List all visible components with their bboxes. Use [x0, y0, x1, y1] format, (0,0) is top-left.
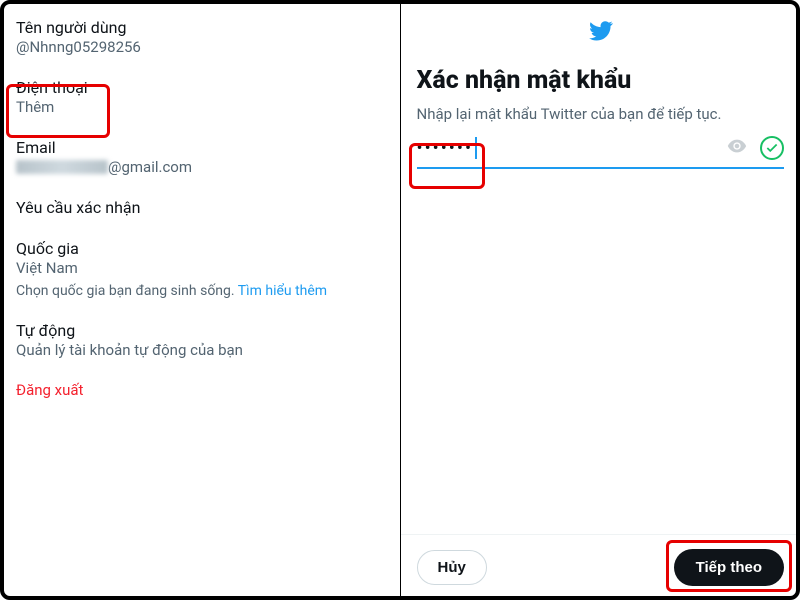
dialog-footer: Hủy Tiếp theo — [401, 534, 800, 600]
twitter-logo-icon — [417, 18, 785, 48]
page-subtitle: Nhập lại mật khẩu Twitter của bạn để tiế… — [417, 105, 785, 123]
signout-label: Đăng xuất — [16, 381, 384, 399]
email-row[interactable]: Email @gmail.com — [16, 138, 384, 176]
username-label: Tên người dùng — [16, 18, 384, 37]
phone-row[interactable]: Điện thoại Thêm — [16, 78, 384, 116]
automation-hint: Quản lý tài khoản tự động của bạn — [16, 341, 384, 359]
check-circle-icon — [760, 136, 784, 160]
signout-row[interactable]: Đăng xuất — [16, 381, 384, 399]
email-label: Email — [16, 138, 384, 157]
username-row[interactable]: Tên người dùng @Nhnng05298256 — [16, 18, 384, 56]
email-value: @gmail.com — [16, 158, 384, 176]
phone-value: Thêm — [16, 98, 384, 116]
phone-label: Điện thoại — [16, 78, 384, 97]
country-row[interactable]: Quốc gia Việt Nam Chọn quốc gia bạn đang… — [16, 239, 384, 299]
password-field-row: ••••••• — [417, 135, 785, 169]
cancel-button[interactable]: Hủy — [417, 550, 487, 585]
verify-label: Yêu cầu xác nhận — [16, 198, 384, 217]
country-hint: Chọn quốc gia bạn đang sinh sống. Tìm hi… — [16, 283, 384, 299]
next-button[interactable]: Tiếp theo — [674, 549, 784, 586]
password-mask: ••••••• — [417, 138, 474, 159]
page-title: Xác nhận mật khẩu — [417, 66, 785, 95]
verify-row[interactable]: Yêu cầu xác nhận — [16, 198, 384, 217]
text-cursor — [475, 137, 477, 159]
username-value: @Nhnng05298256 — [16, 38, 384, 56]
redacted-text — [16, 160, 108, 174]
account-settings-pane: Tên người dùng @Nhnng05298256 Điện thoại… — [0, 0, 400, 600]
automation-label: Tự động — [16, 321, 384, 340]
automation-row[interactable]: Tự động Quản lý tài khoản tự động của bạ… — [16, 321, 384, 359]
country-value: Việt Nam — [16, 259, 384, 277]
eye-icon[interactable] — [726, 135, 748, 161]
password-input[interactable]: ••••••• — [417, 137, 715, 159]
learn-more-link[interactable]: Tìm hiểu thêm — [238, 283, 327, 299]
country-label: Quốc gia — [16, 239, 384, 258]
confirm-password-pane: Xác nhận mật khẩu Nhập lại mật khẩu Twit… — [401, 0, 800, 600]
